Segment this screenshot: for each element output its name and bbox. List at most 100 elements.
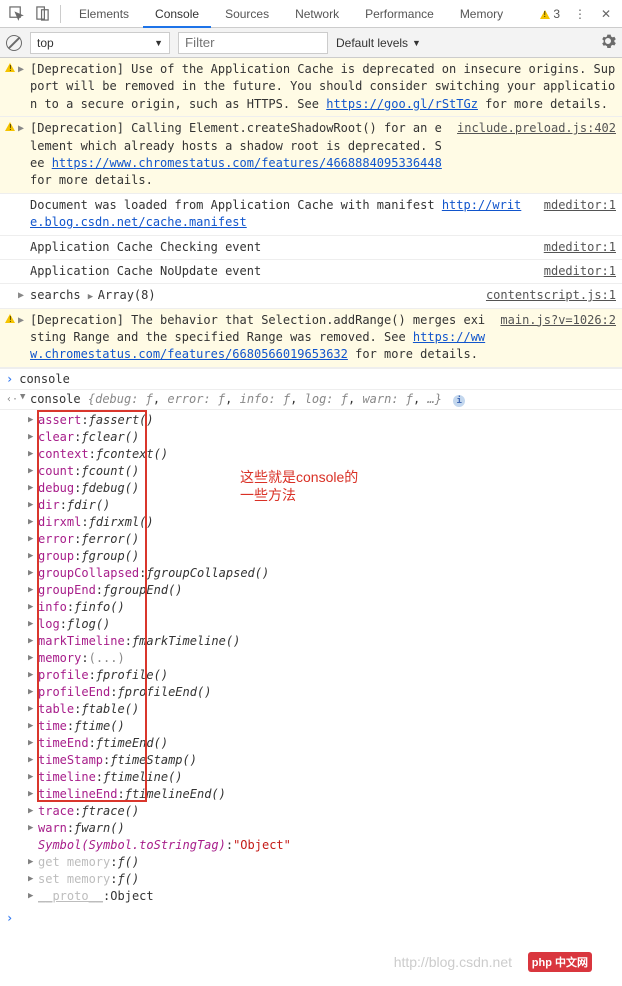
property-row[interactable]: ▶groupEnd: ƒ groupEnd() xyxy=(28,582,622,599)
disclosure-icon[interactable]: ▶ xyxy=(18,120,30,190)
console-toolbar: top ▼ Default levels ▼ xyxy=(0,28,622,58)
console-message: Application Cache Checking eventmdeditor… xyxy=(0,236,622,260)
property-row[interactable]: ▶groupCollapsed: ƒ groupCollapsed() xyxy=(28,565,622,582)
property-row[interactable]: ▶profile: ƒ profile() xyxy=(28,667,622,684)
tab-performance[interactable]: Performance xyxy=(353,0,446,28)
tab-sources[interactable]: Sources xyxy=(213,0,281,28)
warning-count[interactable]: 3 xyxy=(540,7,560,21)
property-row[interactable]: ▶error: ƒ error() xyxy=(28,531,622,548)
device-icon[interactable] xyxy=(30,2,54,26)
message-body: Document was loaded from Application Cac… xyxy=(30,197,534,232)
message-body: [Deprecation] Calling Element.createShad… xyxy=(30,120,447,190)
message-body: [Deprecation] The behavior that Selectio… xyxy=(30,312,490,364)
source-link[interactable]: include.preload.js:402 xyxy=(447,120,616,190)
property-row[interactable]: ▶info: ƒ info() xyxy=(28,599,622,616)
property-row[interactable]: ▶trace: ƒ trace() xyxy=(28,803,622,820)
disclosure-icon[interactable] xyxy=(18,239,30,256)
warning-icon xyxy=(2,61,18,113)
warning-count-value: 3 xyxy=(553,7,560,21)
source-link[interactable]: mdeditor:1 xyxy=(534,197,616,232)
disclosure-icon[interactable]: ▶ xyxy=(18,312,30,364)
console-messages: ▶[Deprecation] Use of the Application Ca… xyxy=(0,58,622,368)
input-caret-icon: › xyxy=(6,911,13,925)
property-row[interactable]: ▶timeStamp: ƒ timeStamp() xyxy=(28,752,622,769)
disclosure-icon[interactable]: ▶ xyxy=(18,61,30,113)
blank xyxy=(2,197,18,232)
output-caret-icon: ‹· xyxy=(6,392,18,405)
blank xyxy=(2,287,18,304)
message-body: Application Cache Checking event xyxy=(30,239,534,256)
console-input-text[interactable]: console xyxy=(19,372,70,386)
source-link[interactable]: main.js?v=1026:2 xyxy=(490,312,616,364)
message-body: [Deprecation] Use of the Application Cac… xyxy=(30,61,616,113)
property-row[interactable]: ▶memory: (...) xyxy=(28,650,622,667)
context-selector[interactable]: top ▼ xyxy=(30,32,170,54)
property-row[interactable]: ▶set memory: ƒ () xyxy=(28,871,622,888)
blank xyxy=(2,239,18,256)
property-row[interactable]: ▶group: ƒ group() xyxy=(28,548,622,565)
divider xyxy=(60,5,61,23)
property-row[interactable]: ▶profileEnd: ƒ profileEnd() xyxy=(28,684,622,701)
link[interactable]: https://www.chromestatus.com/features/46… xyxy=(52,156,442,170)
source-link[interactable]: mdeditor:1 xyxy=(534,263,616,280)
annotation-line: 一些方法 xyxy=(240,486,358,504)
console-result: ‹· ▼ console {debug: ƒ, error: ƒ, info: … xyxy=(0,390,622,410)
property-row[interactable]: ▶time: ƒ time() xyxy=(28,718,622,735)
link[interactable]: http://write.blog.csdn.net/cache.manifes… xyxy=(30,198,521,229)
chevron-down-icon: ▼ xyxy=(412,38,421,48)
context-value: top xyxy=(37,36,54,50)
warning-icon xyxy=(540,10,550,19)
tab-network[interactable]: Network xyxy=(283,0,351,28)
console-message: ▶searchs ▶Array(8)contentscript.js:1 xyxy=(0,284,622,308)
log-levels-selector[interactable]: Default levels ▼ xyxy=(336,36,421,50)
source-link[interactable]: mdeditor:1 xyxy=(534,239,616,256)
disclosure-icon[interactable]: ▼ xyxy=(20,392,28,402)
property-row[interactable]: ▶get memory: ƒ () xyxy=(28,854,622,871)
console-message: Document was loaded from Application Cac… xyxy=(0,194,622,236)
result-object-name: console xyxy=(30,392,81,406)
disclosure-icon[interactable] xyxy=(18,263,30,280)
property-row[interactable]: ▶timeEnd: ƒ timeEnd() xyxy=(28,735,622,752)
property-row[interactable]: ▶timeline: ƒ timeline() xyxy=(28,769,622,786)
property-row[interactable]: ▶timelineEnd: ƒ timelineEnd() xyxy=(28,786,622,803)
property-row[interactable]: ▶assert: ƒ assert() xyxy=(28,412,622,429)
console-prompt[interactable]: › xyxy=(0,907,622,929)
devtools-tabbar: Elements Console Sources Network Perform… xyxy=(0,0,622,28)
annotation-text: 这些就是console的 一些方法 xyxy=(240,468,358,504)
source-link[interactable]: contentscript.js:1 xyxy=(476,287,616,304)
link[interactable]: https://www.chromestatus.com/features/66… xyxy=(30,330,485,361)
gear-icon[interactable] xyxy=(600,33,616,52)
disclosure-icon[interactable] xyxy=(18,197,30,232)
clear-console-icon[interactable] xyxy=(6,35,22,51)
disclosure-icon[interactable]: ▶ xyxy=(18,287,30,304)
link[interactable]: https://goo.gl/rStTGz xyxy=(326,97,478,111)
tab-console[interactable]: Console xyxy=(143,0,211,28)
filter-input[interactable] xyxy=(178,32,328,54)
annotation-line: 这些就是console的 xyxy=(240,468,358,486)
watermark: http://blog.csdn.net xyxy=(394,954,512,970)
property-row[interactable]: ▶markTimeline: ƒ markTimeline() xyxy=(28,633,622,650)
property-row[interactable]: ▶__proto__: Object xyxy=(28,888,622,905)
property-row[interactable]: ▶dirxml: ƒ dirxml() xyxy=(28,514,622,531)
tab-memory[interactable]: Memory xyxy=(448,0,515,28)
property-row[interactable]: ▶warn: ƒ warn() xyxy=(28,820,622,837)
console-message: ▶[Deprecation] Calling Element.createSha… xyxy=(0,117,622,194)
property-row[interactable]: ▶log: ƒ log() xyxy=(28,616,622,633)
more-icon[interactable]: ⋮ xyxy=(568,2,592,26)
close-icon[interactable]: ✕ xyxy=(594,2,618,26)
warning-icon xyxy=(2,312,18,364)
info-icon[interactable]: i xyxy=(453,395,465,407)
message-body: Application Cache NoUpdate event xyxy=(30,263,534,280)
property-row[interactable]: ▶context: ƒ context() xyxy=(28,446,622,463)
inspect-icon[interactable] xyxy=(4,2,28,26)
result-header[interactable]: console {debug: ƒ, error: ƒ, info: ƒ, lo… xyxy=(30,392,465,407)
property-row[interactable]: Symbol(Symbol.toStringTag): "Object" xyxy=(28,837,622,854)
message-body: searchs ▶Array(8) xyxy=(30,287,476,304)
php-badge: php 中文网 xyxy=(528,952,592,972)
result-summary: {debug: ƒ, error: ƒ, info: ƒ, log: ƒ, wa… xyxy=(88,392,442,406)
property-row[interactable]: ▶clear: ƒ clear() xyxy=(28,429,622,446)
property-row[interactable]: ▶table: ƒ table() xyxy=(28,701,622,718)
console-input-line: › console xyxy=(0,368,622,390)
chevron-down-icon: ▼ xyxy=(154,38,163,48)
tab-elements[interactable]: Elements xyxy=(67,0,141,28)
